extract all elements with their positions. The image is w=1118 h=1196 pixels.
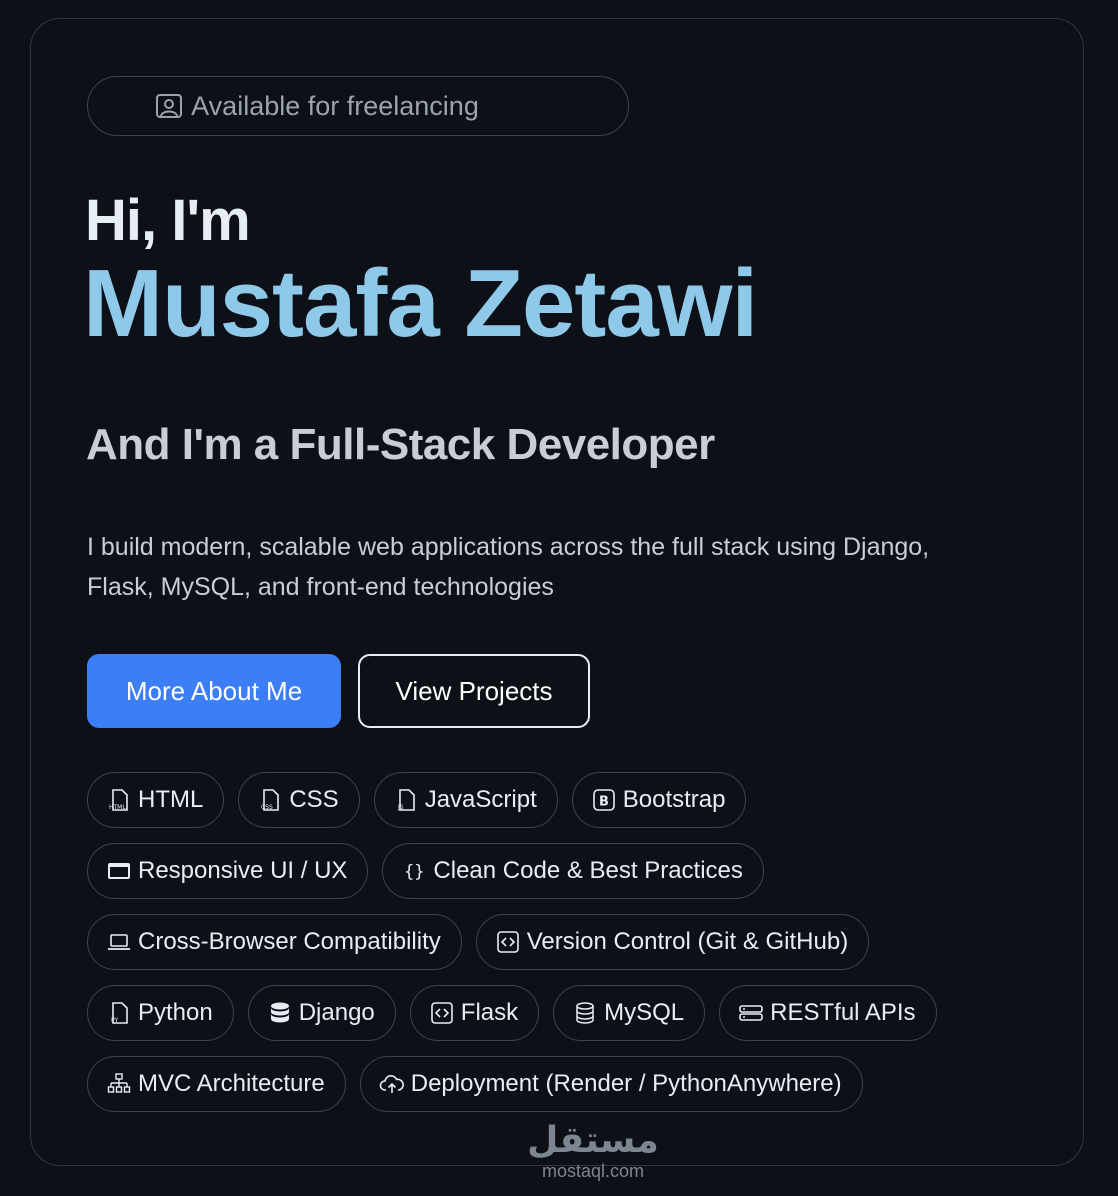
skills-row-1: HTML HTML CSS CSS JS JavaScript B Bootst… <box>87 772 747 828</box>
skill-chip-html: HTML HTML <box>87 772 225 828</box>
braces-icon: {} <box>401 858 427 884</box>
skill-chip-flask: Flask <box>409 985 540 1041</box>
js-file-icon: JS <box>393 787 419 813</box>
laptop-icon <box>106 929 132 955</box>
skills-row-3: Cross-Browser Compatibility Version Cont… <box>87 914 870 970</box>
skill-label: RESTful APIs <box>770 999 916 1026</box>
skill-chip-javascript: JS JavaScript <box>373 772 558 828</box>
skill-label: HTML <box>138 786 204 813</box>
skill-label: Responsive UI / UX <box>138 857 348 884</box>
svg-text:JS: JS <box>397 804 404 811</box>
person-badge-icon <box>155 92 183 120</box>
database-fill-icon <box>267 1000 293 1026</box>
skill-chip-mysql: MySQL <box>553 985 706 1041</box>
css-file-icon: CSS <box>257 787 283 813</box>
skill-label: MVC Architecture <box>138 1070 325 1097</box>
skill-chip-deployment: Deployment (Render / PythonAnywhere) <box>359 1056 863 1112</box>
svg-text:CSS: CSS <box>261 804 273 811</box>
code-square-icon <box>495 929 521 955</box>
skill-chip-clean-code: {} Clean Code & Best Practices <box>382 843 764 899</box>
skill-chip-responsive: Responsive UI / UX <box>87 843 369 899</box>
skill-chip-mvc: MVC Architecture <box>87 1056 346 1112</box>
skill-chip-restful: RESTful APIs <box>719 985 937 1041</box>
skill-label: Bootstrap <box>622 786 726 813</box>
svg-text:PY: PY <box>111 1017 118 1024</box>
greeting-text: Hi, I'm <box>85 188 251 253</box>
skill-chip-cross-browser: Cross-Browser Compatibility <box>87 914 462 970</box>
skill-label: Django <box>298 999 375 1026</box>
watermark-latin: mostaql.com <box>541 1161 645 1181</box>
skill-label: Flask <box>460 999 519 1026</box>
skill-chip-css: CSS CSS <box>238 772 360 828</box>
skills-row-2: Responsive UI / UX {} Clean Code & Best … <box>87 843 764 899</box>
hero-name: Mustafa Zetawi <box>83 250 758 357</box>
skill-chip-bootstrap: B Bootstrap <box>571 772 747 828</box>
svg-text:B: B <box>599 795 609 810</box>
server-icon <box>738 1000 764 1026</box>
watermark-arabic: مستقل <box>527 1120 659 1161</box>
database-icon <box>572 1000 598 1026</box>
html-file-icon: HTML <box>106 787 132 813</box>
role-heading: And I'm a Full-Stack Developer <box>86 420 715 469</box>
hero-card: Available for freelancing Hi, I'm Mustaf… <box>30 18 1084 1181</box>
svg-text:HTML: HTML <box>109 804 126 811</box>
python-file-icon: PY <box>106 1000 132 1026</box>
skill-chip-version-control: Version Control (Git & GitHub) <box>475 914 870 970</box>
view-projects-button[interactable]: View Projects <box>358 654 590 728</box>
freelance-badge-label: Available for freelancing <box>191 90 479 121</box>
skill-label: Clean Code & Best Practices <box>433 857 743 884</box>
skill-label: MySQL <box>604 999 685 1026</box>
window-icon <box>106 858 132 884</box>
bootstrap-icon: B <box>591 787 617 813</box>
skill-label: CSS <box>289 786 339 813</box>
code-square-icon <box>429 1000 455 1026</box>
skill-label: Deployment (Render / PythonAnywhere) <box>410 1070 842 1097</box>
svg-text:{}: {} <box>404 862 424 882</box>
skill-chip-django: Django <box>247 985 396 1041</box>
hero-description: I build modern, scalable web application… <box>87 533 930 601</box>
skill-label: JavaScript <box>424 786 537 813</box>
mostaql-watermark: مستقل mostaql.com <box>493 1120 693 1182</box>
skill-chip-python: PY Python <box>87 985 234 1041</box>
skill-label: Version Control (Git & GitHub) <box>526 928 849 955</box>
skills-row-4: PY Python Django Flask MySQL RESTful API… <box>87 985 937 1041</box>
cloud-upload-icon <box>379 1071 405 1097</box>
skill-label: Cross-Browser Compatibility <box>138 928 441 955</box>
skills-row-5: MVC Architecture Deployment (Render / Py… <box>87 1056 863 1112</box>
diagram-icon <box>106 1071 132 1097</box>
skill-label: Python <box>138 999 213 1026</box>
freelance-badge: Available for freelancing <box>87 76 629 136</box>
more-about-me-button[interactable]: More About Me <box>87 654 341 728</box>
